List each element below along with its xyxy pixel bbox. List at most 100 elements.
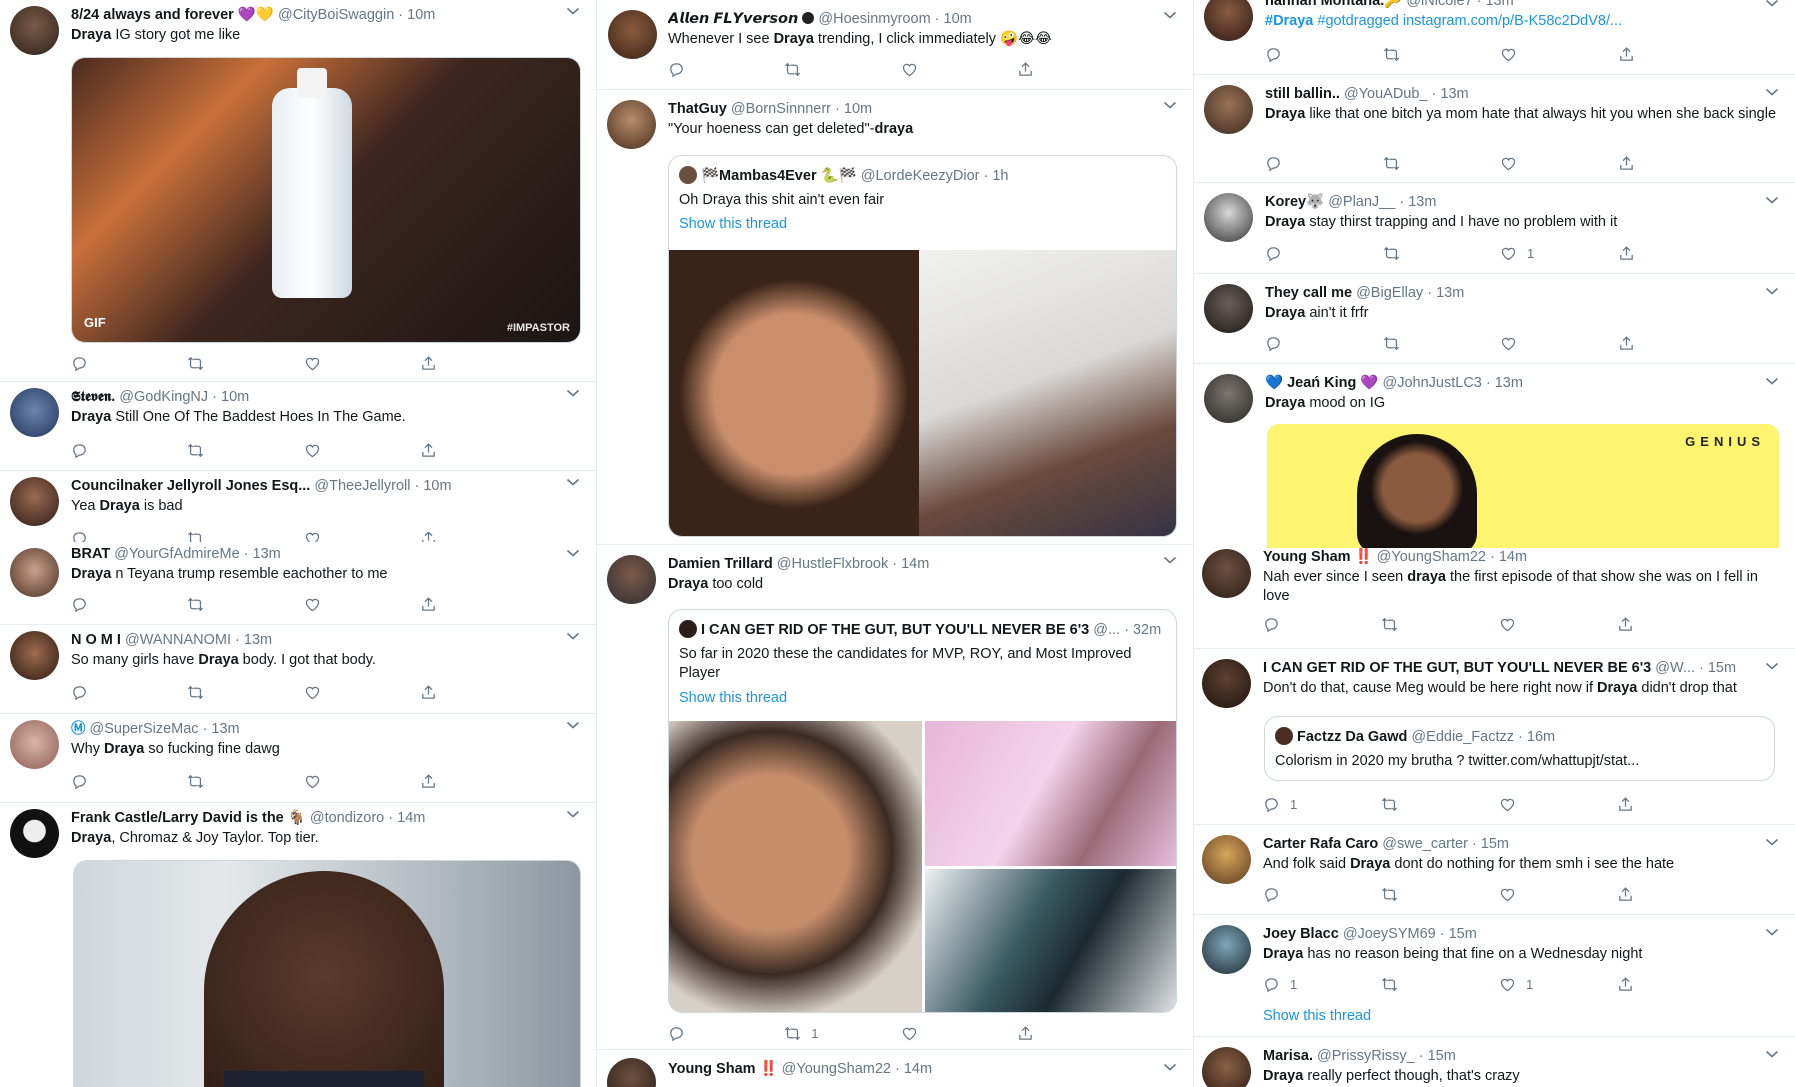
handle[interactable]: @YourGfAdmireMe · 13m (114, 546, 281, 562)
tweet[interactable]: still ballin.. @YouADub_ · 13m Draya lik… (1194, 75, 1795, 183)
show-thread-link[interactable]: Show this thread (679, 689, 1164, 708)
retweet-button[interactable] (1381, 794, 1499, 814)
avatar[interactable] (10, 388, 59, 437)
like-button[interactable] (1499, 884, 1617, 904)
share-button[interactable] (420, 353, 536, 373)
display-name[interactable]: Young Sham ‼️ (1263, 549, 1373, 565)
retweet-button[interactable] (1383, 153, 1501, 173)
like-button[interactable] (304, 440, 420, 460)
tweet[interactable]: Marisa. @PrissyRissy_ · 15m Draya really… (1194, 1037, 1795, 1087)
show-thread-link[interactable]: Show this thread (679, 215, 1164, 234)
share-button[interactable] (1017, 59, 1133, 79)
chevron-down-icon[interactable] (1163, 1062, 1179, 1074)
tweet[interactable]: Councilnaker Jellyroll Jones Esq... @The… (0, 471, 596, 542)
avatar[interactable] (607, 1058, 656, 1087)
avatar[interactable] (607, 555, 656, 604)
share-button[interactable] (420, 594, 536, 614)
tweet[interactable]: N O M I @WANNANOMI · 13m So many girls h… (0, 625, 596, 714)
chevron-down-icon[interactable] (566, 6, 582, 18)
tweet[interactable]: 8/24 always and forever 💜💛 @CityBoiSwagg… (0, 0, 596, 382)
quote-media-grid[interactable] (669, 721, 1176, 1012)
display-name[interactable]: 𝕾𝖙𝖊𝖛𝖊𝖓. (71, 389, 115, 405)
quote-display-name[interactable]: Factzz Da Gawd (1297, 729, 1407, 745)
avatar[interactable] (10, 548, 59, 597)
tweet[interactable]: Joey Blacc @JoeySYM69 · 15m Draya has no… (1194, 915, 1795, 1037)
retweet-button[interactable]: 1 (784, 1023, 900, 1043)
chevron-down-icon[interactable] (1765, 837, 1781, 849)
reply-button[interactable] (71, 353, 187, 373)
display-name[interactable]: Carter Rafa Caro (1263, 836, 1378, 852)
retweet-button[interactable] (187, 771, 303, 791)
show-thread-link[interactable]: Show this thread (1263, 1007, 1371, 1026)
retweet-button[interactable] (187, 682, 303, 702)
retweet-button[interactable] (187, 353, 303, 373)
avatar[interactable] (1204, 0, 1253, 41)
avatar[interactable] (607, 100, 656, 149)
tweet-image[interactable]: GENIUS (1267, 424, 1779, 548)
share-button[interactable] (420, 771, 536, 791)
reply-button[interactable] (668, 59, 784, 79)
display-name[interactable]: Frank Castle/Larry David is the 🐐 (71, 810, 306, 826)
share-button[interactable] (1017, 1023, 1133, 1043)
like-button[interactable]: 1 (1499, 974, 1617, 994)
like-button[interactable] (901, 1023, 1017, 1043)
display-name[interactable]: Councilnaker Jellyroll Jones Esq... (71, 478, 310, 494)
handle[interactable]: @YoungSham22 · 14m (782, 1061, 932, 1077)
like-button[interactable] (901, 59, 1017, 79)
handle[interactable]: @YouADub_ · 13m (1344, 86, 1469, 102)
retweet-button[interactable] (187, 594, 303, 614)
chevron-down-icon[interactable] (1765, 661, 1781, 673)
tweet[interactable]: Korey🐺 @PlanJ__ · 13m Draya stay thirst … (1194, 183, 1795, 274)
quote-display-name[interactable]: 🏁Mambas4Ever 🐍🏁 (701, 168, 857, 184)
display-name[interactable]: ThatGuy (668, 101, 727, 117)
handle[interactable]: @GodKingNJ · 10m (119, 389, 249, 405)
reply-button[interactable] (71, 682, 187, 702)
tweet-image[interactable] (73, 860, 581, 1087)
share-button[interactable] (420, 440, 536, 460)
reply-button[interactable] (1263, 884, 1381, 904)
reply-button[interactable] (1265, 333, 1383, 353)
display-name[interactable]: Ⓜ (71, 721, 86, 737)
avatar[interactable] (1204, 85, 1253, 134)
quote-tweet[interactable]: 🏁Mambas4Ever 🐍🏁 @LordeKeezyDior · 1h Oh … (668, 155, 1177, 537)
reply-button[interactable] (71, 594, 187, 614)
tweet[interactable]: BRAT @YourGfAdmireMe · 13m Draya n Teyan… (0, 542, 596, 625)
like-button[interactable] (304, 682, 420, 702)
chevron-down-icon[interactable] (1163, 10, 1179, 22)
like-button[interactable] (1499, 614, 1617, 634)
handle[interactable]: @Hoesinmyroom · 10m (818, 11, 971, 27)
handle[interactable]: @PlanJ__ · 13m (1328, 194, 1436, 210)
like-button[interactable] (304, 771, 420, 791)
reply-button[interactable] (71, 440, 187, 460)
avatar[interactable] (10, 631, 59, 680)
quote-media[interactable] (669, 250, 1176, 536)
like-button[interactable] (1500, 44, 1618, 64)
handle[interactable]: @BornSinnnerr · 10m (731, 101, 872, 117)
handle[interactable]: @swe_carter · 15m (1382, 836, 1509, 852)
handle[interactable]: @WANNANOMI · 13m (125, 632, 272, 648)
tweet[interactable]: Frank Castle/Larry David is the 🐐 @tondi… (0, 803, 596, 1087)
display-name[interactable]: Young Sham ‼️ (668, 1061, 778, 1077)
display-name[interactable]: Damien Trillard (668, 556, 773, 572)
retweet-button[interactable] (1381, 884, 1499, 904)
avatar[interactable] (608, 10, 657, 59)
display-name[interactable]: hannah Montana.🔑 (1265, 0, 1402, 9)
reply-button[interactable]: 1 (1263, 974, 1381, 994)
display-name[interactable]: 8/24 always and forever 💜💛 (71, 7, 274, 23)
tweet-text[interactable]: #Draya #gotdragged instagram.com/p/B-K58… (1265, 12, 1783, 31)
tweet[interactable]: Ⓜ @SuperSizeMac · 13m Why Draya so fucki… (0, 714, 596, 803)
display-name[interactable]: N O M I (71, 632, 121, 648)
avatar[interactable] (1202, 835, 1251, 884)
display-name[interactable]: Korey🐺 (1265, 194, 1324, 210)
share-button[interactable] (1618, 333, 1736, 353)
retweet-button[interactable] (784, 59, 900, 79)
display-name[interactable]: 💙 Jeań King 💜 (1265, 375, 1378, 391)
handle[interactable]: @tondizoro · 14m (310, 810, 425, 826)
retweet-button[interactable] (1383, 333, 1501, 353)
like-button[interactable] (304, 594, 420, 614)
avatar[interactable] (10, 720, 59, 769)
share-button[interactable] (1617, 614, 1735, 634)
share-button[interactable] (1618, 153, 1736, 173)
quote-display-name[interactable]: I CAN GET RID OF THE GUT, BUT YOU'LL NEV… (701, 622, 1089, 638)
reply-button[interactable] (1265, 44, 1383, 64)
